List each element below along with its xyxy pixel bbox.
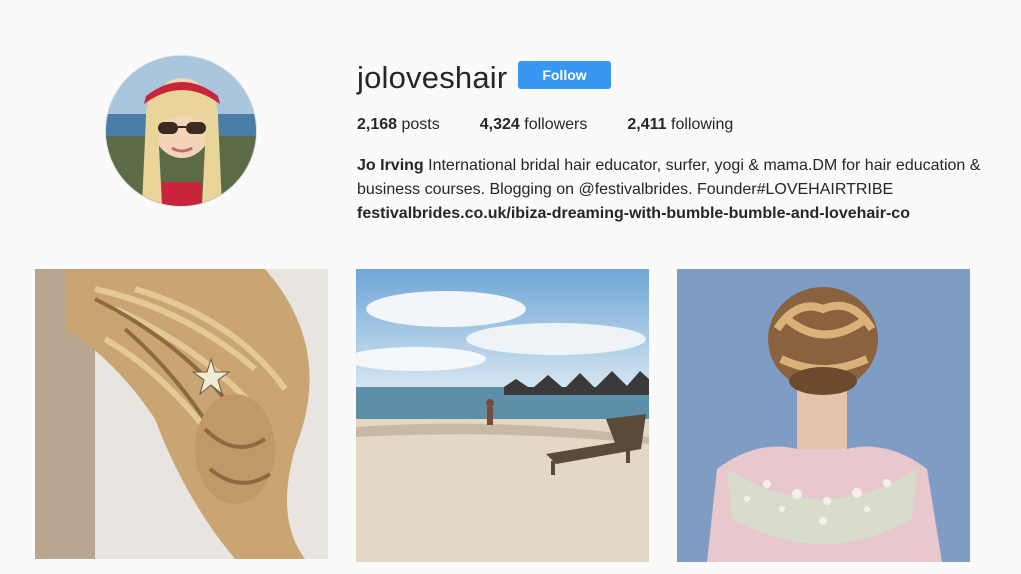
following-count: 2,411 (627, 116, 667, 133)
follow-button[interactable]: Follow (518, 61, 611, 89)
post-thumbnail[interactable] (356, 269, 649, 562)
following-stat[interactable]: 2,411 following (627, 114, 733, 136)
profile-bio: Jo Irving International bridal hair educ… (357, 154, 987, 226)
profile-username: joloveshair (357, 60, 508, 95)
bio-link[interactable]: festivalbrides.co.uk/ibiza-dreaming-with… (357, 202, 987, 226)
following-label: following (671, 116, 734, 133)
followers-label: followers (524, 116, 588, 133)
followers-count: 4,324 (479, 116, 520, 133)
bio-text: International bridal hair educator, surf… (357, 157, 981, 198)
posts-count: 2,168 (357, 116, 398, 133)
post-thumbnail[interactable] (35, 269, 328, 559)
followers-stat[interactable]: 4,324 followers (480, 114, 588, 136)
profile-full-name: Jo Irving (357, 157, 424, 174)
posts-stat: 2,168 posts (357, 114, 440, 136)
post-thumbnail[interactable] (677, 269, 970, 562)
posts-label: posts (401, 116, 440, 133)
profile-avatar[interactable] (105, 55, 257, 207)
profile-stats: 2,168 posts 4,324 followers 2,411 follow… (357, 114, 773, 136)
